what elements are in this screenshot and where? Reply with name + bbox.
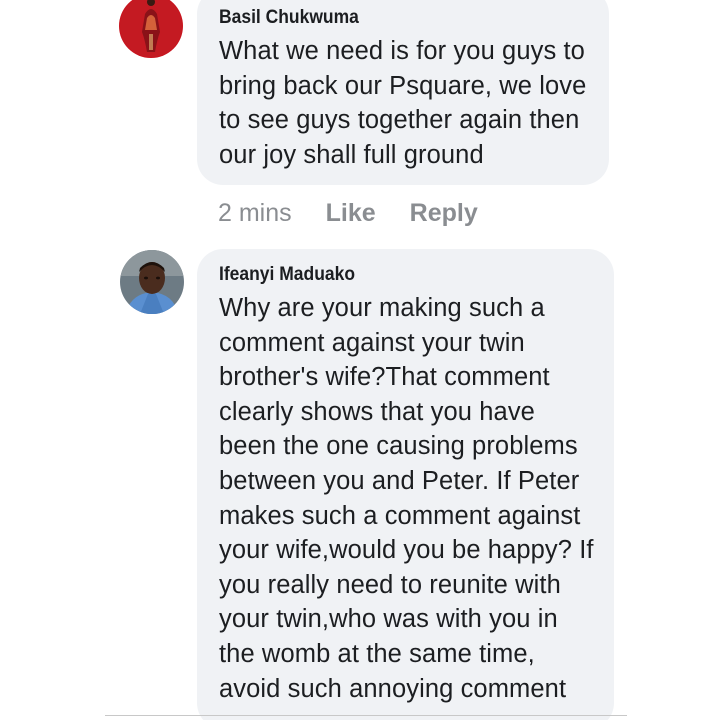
comment-text: What we need is for you guys to bring ba… [219, 37, 587, 169]
comment-bubble: Ifeanyi Maduako Why are your making such… [197, 249, 614, 720]
divider [105, 715, 627, 716]
comment-bubble: Basil Chukwuma What we need is for you g… [197, 0, 609, 185]
comment-timestamp[interactable]: 2 mins [218, 198, 292, 228]
avatar[interactable] [119, 0, 183, 58]
avatar[interactable] [120, 250, 184, 314]
avatar-man-photo-icon [120, 250, 184, 314]
comment-author[interactable]: Ifeanyi Maduako [219, 265, 566, 285]
comment-text: Why are your making such a comment again… [219, 294, 594, 703]
avatar-woman-red-dress-icon [119, 0, 183, 58]
like-button[interactable]: Like [326, 198, 376, 228]
reply-button[interactable]: Reply [410, 198, 478, 228]
comment-actions: 2 mins Like Reply [218, 198, 478, 228]
comment-author[interactable]: Basil Chukwuma [219, 8, 561, 28]
